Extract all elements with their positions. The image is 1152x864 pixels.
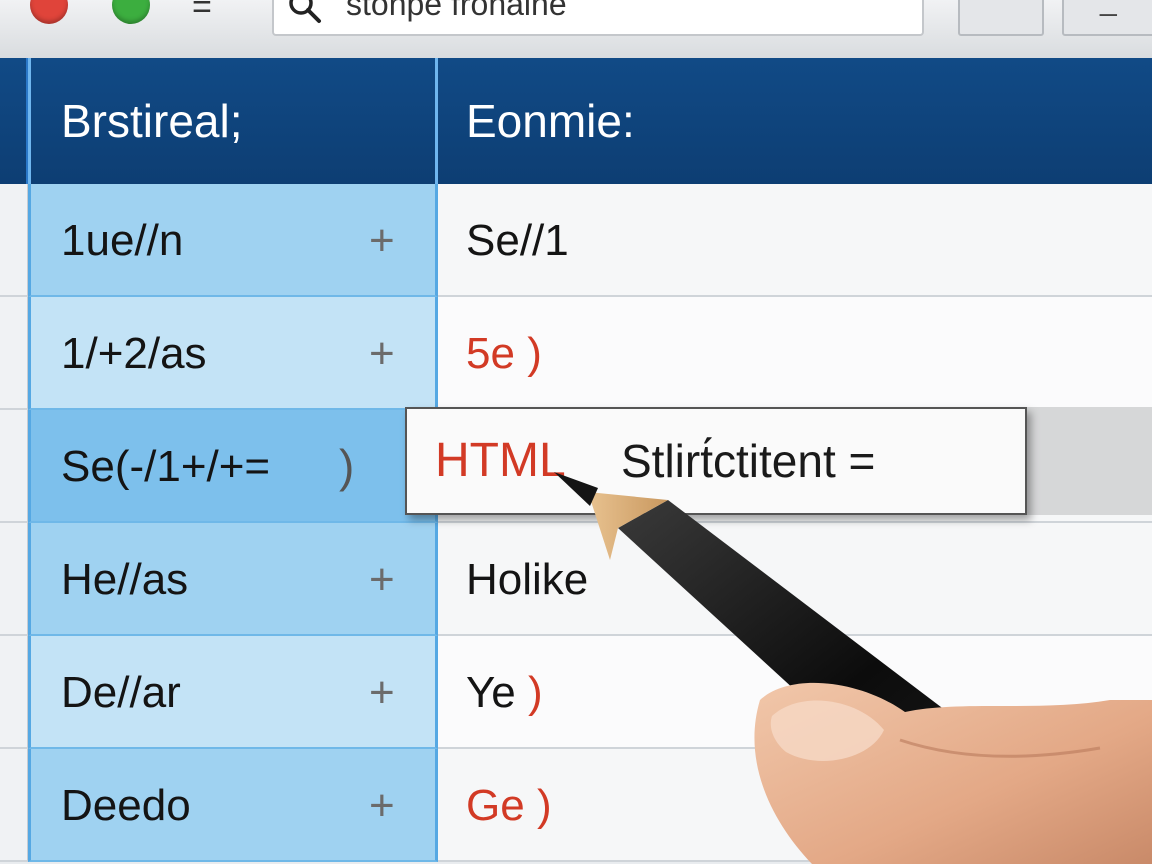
- name-cell[interactable]: De//ar +: [28, 636, 438, 749]
- inline-editor-input[interactable]: HTML Stlirt́ctitent =: [405, 407, 1027, 515]
- toolbar-button[interactable]: [958, 0, 1044, 36]
- name-text: 1ue//n: [61, 216, 184, 265]
- row-gutter-header: [0, 58, 28, 184]
- column-header-2[interactable]: Eonmie:: [438, 58, 1152, 184]
- editor-shadow-area: [1027, 407, 1152, 515]
- name-text: De//ar: [61, 668, 181, 717]
- name-text: He//as: [61, 555, 189, 604]
- paren-glyph: ): [527, 329, 542, 378]
- row-gutter: [0, 410, 28, 523]
- add-icon[interactable]: +: [369, 297, 395, 410]
- table-row[interactable]: 1/+2/as + 5e ): [0, 297, 1152, 410]
- table-header: Brstireal; Eonmie:: [0, 58, 1152, 184]
- add-icon[interactable]: +: [369, 184, 395, 297]
- value-cell[interactable]: Ge ): [438, 749, 1152, 862]
- close-window-button[interactable]: [30, 0, 68, 24]
- search-input[interactable]: stonpe fronaine: [272, 0, 924, 36]
- zoom-window-button[interactable]: [112, 0, 150, 24]
- name-cell[interactable]: Se(-/1+/+= ): [28, 410, 438, 523]
- column-header-1[interactable]: Brstireal;: [28, 58, 438, 184]
- name-cell[interactable]: Deedo +: [28, 749, 438, 862]
- name-cell[interactable]: 1/+2/as +: [28, 297, 438, 410]
- value-cell[interactable]: Holike: [438, 523, 1152, 636]
- add-icon[interactable]: +: [369, 749, 395, 862]
- name-text: Deedo: [61, 781, 191, 830]
- table-row[interactable]: De//ar + Ye ): [0, 636, 1152, 749]
- value-cell[interactable]: Ye ): [438, 636, 1152, 749]
- row-gutter: [0, 184, 28, 297]
- search-text: stonpe fronaine: [346, 0, 567, 22]
- row-gutter: [0, 297, 28, 410]
- toolbar-button-underline[interactable]: _: [1062, 0, 1152, 36]
- value-text: Ge ): [466, 781, 552, 830]
- table-row[interactable]: Deedo + Ge ): [0, 749, 1152, 862]
- paren-glyph: ): [536, 781, 552, 830]
- value-text: Ye ): [466, 668, 543, 717]
- name-text: 1/+2/as: [61, 329, 207, 378]
- row-gutter: [0, 749, 28, 862]
- paren-glyph: ): [339, 440, 355, 492]
- value-text: Se//1: [466, 216, 569, 265]
- editor-tag: HTML: [435, 434, 566, 487]
- name-cell[interactable]: 1ue//n +: [28, 184, 438, 297]
- search-icon: [289, 0, 321, 23]
- window-toolbar: = stonpe fronaine _: [0, 0, 1152, 60]
- name-text: Se(-/1+/+=: [61, 442, 271, 491]
- value-cell[interactable]: Se//1: [438, 184, 1152, 297]
- name-cell[interactable]: He//as +: [28, 523, 438, 636]
- underline-icon: _: [1100, 0, 1117, 17]
- row-gutter: [0, 636, 28, 749]
- paren-glyph: ): [528, 668, 543, 717]
- add-icon[interactable]: +: [369, 523, 395, 636]
- value-text: Holike: [466, 555, 589, 604]
- menu-icon[interactable]: =: [192, 0, 212, 24]
- add-icon[interactable]: +: [369, 636, 395, 749]
- table-row[interactable]: 1ue//n + Se//1: [0, 184, 1152, 297]
- table-row[interactable]: He//as + Holike: [0, 523, 1152, 636]
- row-gutter: [0, 523, 28, 636]
- value-cell[interactable]: 5e ): [438, 297, 1152, 410]
- editor-text: Stlirt́ctitent =: [621, 435, 876, 487]
- value-text: 5e ): [466, 329, 542, 378]
